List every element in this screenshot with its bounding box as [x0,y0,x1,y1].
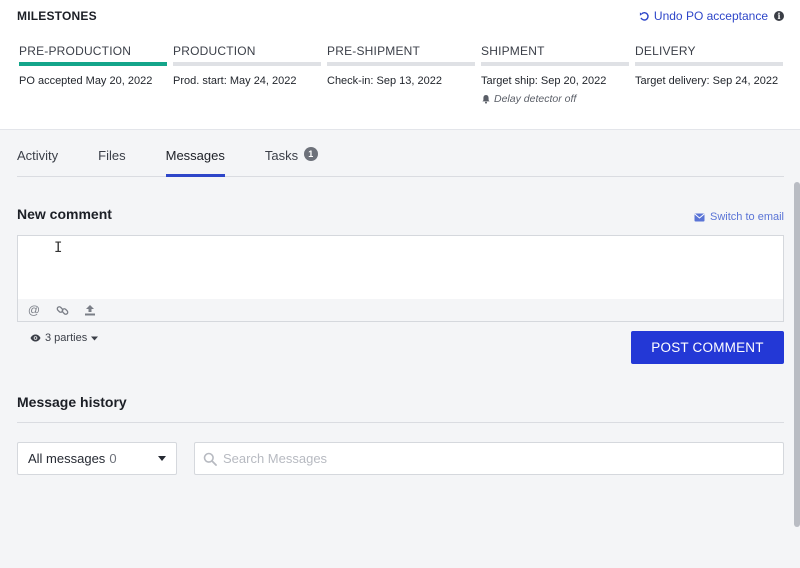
envelope-icon [694,213,705,221]
undo-label: Undo PO acceptance [653,9,768,23]
undo-icon [639,11,649,21]
stage-delivery: DELIVERY Target delivery: Sep 24, 2022 [635,44,783,105]
stage-date: Prod. start: May 24, 2022 [173,75,297,87]
tab-bar: Activity Files Messages Tasks 1 [17,140,784,177]
stage-progress-bar [19,62,167,66]
milestone-stages: PRE-PRODUCTION PO accepted May 20, 2022 … [19,44,784,105]
divider [17,422,784,423]
stage-name: SHIPMENT [481,44,545,58]
scrollbar[interactable] [794,182,800,527]
bell-icon [482,95,490,104]
stage-pre-production: PRE-PRODUCTION PO accepted May 20, 2022 [19,44,167,105]
stage-date: Target delivery: Sep 24, 2022 [635,75,779,87]
stage-progress-bar [635,62,783,66]
milestones-title: MILESTONES [17,9,97,23]
stage-progress-bar [173,62,321,66]
switch-to-email-label: Switch to email [710,211,784,223]
undo-po-acceptance-link[interactable]: Undo PO acceptance i [639,9,784,23]
stage-name: PRODUCTION [173,44,256,58]
at-sign-icon[interactable]: @ [27,303,41,317]
tab-tasks[interactable]: Tasks 1 [265,140,318,176]
link-icon[interactable] [55,303,69,317]
stage-name: DELIVERY [635,44,696,58]
new-comment-heading: New comment [17,206,112,222]
switch-to-email-link[interactable]: Switch to email [694,211,784,223]
delay-detector-label: Delay detector off [494,93,577,105]
caret-down-icon [91,336,99,340]
stage-pre-shipment: PRE-SHIPMENT Check-in: Sep 13, 2022 [327,44,475,105]
stage-date: Check-in: Sep 13, 2022 [327,75,442,87]
stage-shipment: SHIPMENT Target ship: Sep 20, 2022 Delay… [481,44,629,105]
stage-name: PRE-SHIPMENT [327,44,421,58]
parties-label: 3 parties [45,332,88,344]
search-icon [203,452,217,466]
comment-editor: I @ [17,235,784,322]
tasks-count-badge: 1 [303,147,318,161]
upload-icon[interactable] [83,303,97,317]
info-icon[interactable]: i [774,11,784,21]
caret-down-icon [158,456,166,461]
eye-icon [30,334,41,342]
milestones-panel: MILESTONES Undo PO acceptance i PRE-PROD… [0,0,800,130]
search-messages-input[interactable] [223,451,763,466]
stage-production: PRODUCTION Prod. start: May 24, 2022 [173,44,321,105]
stage-date: PO accepted May 20, 2022 [19,75,153,87]
comment-input[interactable] [18,236,783,299]
message-search [194,442,784,475]
filter-label: All messages [28,451,106,466]
tab-activity[interactable]: Activity [17,140,58,176]
message-history-heading: Message history [17,394,127,410]
filter-count: 0 [109,451,117,466]
message-filter-select[interactable]: All messages 0 [17,442,177,475]
parties-dropdown[interactable]: 3 parties [30,332,99,344]
post-comment-button[interactable]: POST COMMENT [631,331,784,364]
tab-messages[interactable]: Messages [165,140,226,177]
text-cursor-icon: I [54,240,63,256]
delay-detector-note: Delay detector off [481,93,629,105]
stage-progress-bar [327,62,475,66]
stage-date: Target ship: Sep 20, 2022 [481,75,607,87]
editor-toolbar: @ [18,299,783,321]
stage-progress-bar [481,62,629,66]
stage-name: PRE-PRODUCTION [19,44,132,58]
tab-files[interactable]: Files [98,140,125,176]
tab-tasks-label: Tasks [264,148,299,163]
